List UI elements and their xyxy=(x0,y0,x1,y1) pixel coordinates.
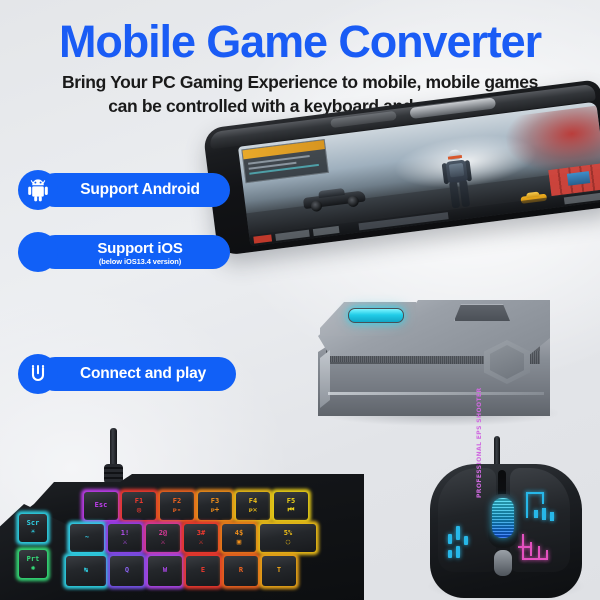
keyboard-cable-strain-relief xyxy=(104,464,123,484)
keyboard-key[interactable]: 4$ ▣ xyxy=(222,524,256,552)
keyboard-key[interactable]: T xyxy=(262,556,296,586)
android-robot-icon xyxy=(28,179,48,202)
gaming-keyboard: Esc F1 ◎ F2 ᴘ- F3 ᴘ+ F4 ᴘ✕ F5 ⏮ ~1! ⚔ 2@ ⚔ 3# ⚔ 4$ ▣ 5% ◌ ↹ Q W… xyxy=(0,428,370,600)
mouse-rgb-circuit-trace xyxy=(542,508,546,520)
badge-connect-icon-circle xyxy=(18,354,58,394)
keyboard-key-symbol: ⚔ xyxy=(198,536,204,546)
converter-base-highlight xyxy=(328,392,544,395)
badge-connect-label: Connect and play xyxy=(80,365,206,382)
product-marketing-image: Mobile Game Converter Bring Your PC Gami… xyxy=(0,0,600,600)
keyboard-key-symbol: ◌ xyxy=(285,536,291,546)
game-character-leg-right xyxy=(458,180,470,208)
converter-led-indicator xyxy=(348,308,404,323)
keyboard-key-label: Q xyxy=(124,566,130,575)
keyboard-key[interactable]: ↹ xyxy=(66,556,106,586)
badge-android-pill: Support Android xyxy=(38,173,230,207)
mouse-rgb-circuit-trace xyxy=(522,558,548,560)
game-vehicle-wheel-front xyxy=(310,199,323,213)
keyboard-side-key[interactable]: Prt ✺ xyxy=(19,550,47,578)
keyboard-key-label: R xyxy=(238,566,244,575)
keyboard-key[interactable]: E xyxy=(186,556,220,586)
mouse-dpi-button[interactable] xyxy=(494,550,512,576)
badge-ios-icon-circle xyxy=(18,232,58,272)
keyboard-key-label: Esc xyxy=(94,501,108,510)
game-hud-slot-2 xyxy=(275,229,310,241)
badge-ios-sublabel: (below iOS13.4 version) xyxy=(98,257,182,266)
keyboard-key[interactable]: F1 ◎ xyxy=(122,492,156,520)
page-title: Mobile Game Converter xyxy=(58,16,542,67)
keyboard-key-symbol: ▣ xyxy=(236,536,242,546)
game-hud-slot-1 xyxy=(253,234,273,244)
keyboard-key-symbol: ◎ xyxy=(136,504,142,514)
keyboard-key-symbol: ᴘ✕ xyxy=(248,504,258,514)
keyboard-key-symbol: ᴘ- xyxy=(172,504,182,514)
mouse-rgb-circuit-trace xyxy=(546,550,548,560)
keyboard-key[interactable]: F3 ᴘ+ xyxy=(198,492,232,520)
mouse-rgb-circuit-trace xyxy=(538,546,540,558)
converter-usb-port xyxy=(454,304,510,321)
keyboard-key-symbol: ⚔ xyxy=(122,536,128,546)
game-character-vest xyxy=(448,162,464,178)
game-vehicle-wheel-rear xyxy=(346,195,360,208)
mouse-rgb-segment xyxy=(456,546,460,558)
converter-device xyxy=(314,288,564,426)
badge-connect-pill: Connect and play xyxy=(38,357,236,391)
mouse-rgb-segment xyxy=(448,534,452,544)
keyboard-key-label: T xyxy=(276,566,282,575)
gaming-mouse: PROFESSIONAL EPS SHOOTER xyxy=(418,388,594,600)
mouse-rgb-circuit-trace xyxy=(542,492,544,504)
keyboard-key[interactable]: ~ xyxy=(70,524,104,552)
keyboard-side-key[interactable]: Scr ☀ xyxy=(19,514,47,542)
converter-left-edge-highlight xyxy=(320,350,330,408)
keyboard-key[interactable]: 2@ ⚔ xyxy=(146,524,180,552)
keyboard-key-symbol: ⚔ xyxy=(160,536,166,546)
keyboard-key[interactable]: 1! ⚔ xyxy=(108,524,142,552)
badge-android-label: Support Android xyxy=(80,181,200,198)
keyboard-key[interactable]: F5 ⏮ xyxy=(274,492,308,520)
mouse-rgb-circuit-trace xyxy=(534,510,538,518)
mouse-rgb-circuit-trace xyxy=(518,546,532,548)
keyboard-key-label: ↹ xyxy=(83,566,89,575)
keyboard-key[interactable]: F2 ᴘ- xyxy=(160,492,194,520)
keyboard-key-symbol: ᴘ+ xyxy=(210,504,220,514)
badge-android-icon-circle xyxy=(18,170,58,210)
keyboard-key-symbol: ⏮ xyxy=(287,504,295,514)
mouse-scroll-wheel[interactable] xyxy=(492,498,514,538)
keyboard-key-label: W xyxy=(162,566,168,575)
keyboard-side-key-symbol: ✺ xyxy=(30,562,36,572)
keyboard-key[interactable]: 5% ◌ xyxy=(260,524,316,552)
keyboard-key-label: E xyxy=(200,566,206,575)
usb-icon xyxy=(31,365,45,381)
keyboard-key[interactable]: 3# ⚔ xyxy=(184,524,218,552)
game-hud-slot-3 xyxy=(312,225,340,237)
badge-ios-label: Support iOS xyxy=(97,240,183,257)
mouse-rgb-circuit-trace xyxy=(526,492,528,518)
game-hud-minimap xyxy=(241,138,329,184)
mouse-rgb-segment xyxy=(456,526,460,540)
mouse-side-text: PROFESSIONAL EPS SHOOTER xyxy=(476,387,483,498)
game-hud-slot-5 xyxy=(563,192,600,205)
keyboard-side-key-symbol: ☀ xyxy=(30,526,36,536)
mouse-rgb-segment xyxy=(464,536,468,545)
mouse-rgb-segment xyxy=(448,550,452,558)
keyboard-key[interactable]: Esc xyxy=(84,492,118,520)
keyboard-key[interactable]: W xyxy=(148,556,182,586)
mouse-right-button[interactable] xyxy=(510,468,570,572)
keyboard-key[interactable]: F4 ᴘ✕ xyxy=(236,492,270,520)
mouse-rgb-circuit-trace xyxy=(550,512,554,521)
keyboard-key-label: ~ xyxy=(84,533,90,542)
mouse-rgb-circuit-trace xyxy=(530,542,532,556)
game-character-leg-left xyxy=(448,181,460,209)
badge-ios-pill: Support iOS (below iOS13.4 version) xyxy=(38,235,230,269)
keyboard-key[interactable]: Q xyxy=(110,556,144,586)
keyboard-key[interactable]: R xyxy=(224,556,258,586)
